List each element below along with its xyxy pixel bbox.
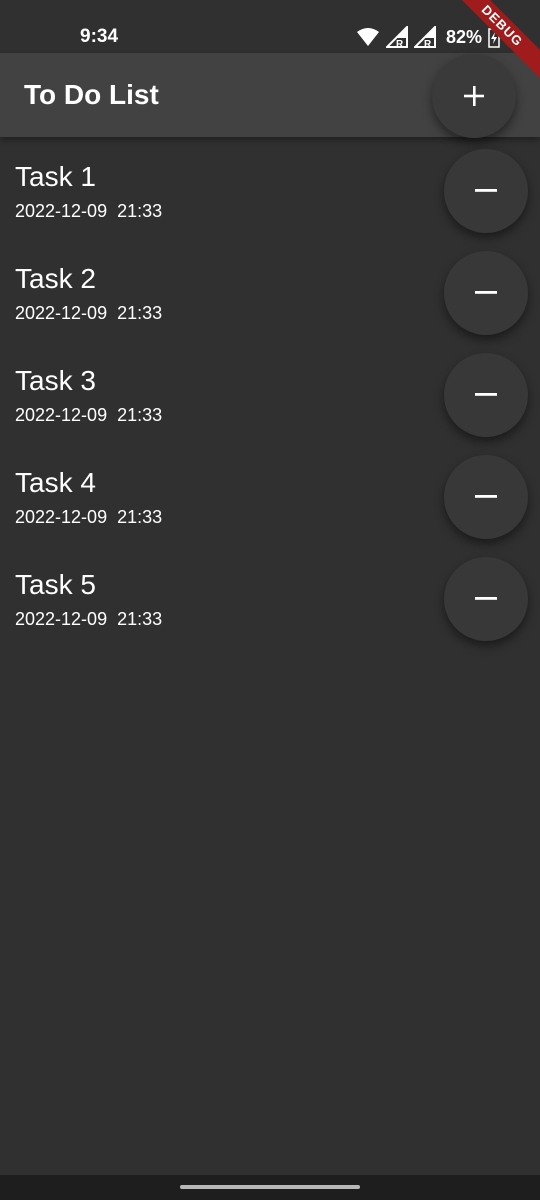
minus-icon xyxy=(475,495,497,499)
task-title: Task 5 xyxy=(15,569,96,600)
minus-icon xyxy=(475,393,497,397)
task-datetime: 2022-12-09 21:33 xyxy=(15,507,163,527)
navigation-bar xyxy=(0,1175,540,1200)
task-datetime: 2022-12-09 21:33 xyxy=(15,609,163,629)
screen: 9:34 R R 82% To Do List Task 1 2022-12-0… xyxy=(0,0,540,1200)
minus-icon xyxy=(475,597,497,601)
status-icons: R R 82% xyxy=(356,24,500,50)
plus-icon xyxy=(462,84,486,108)
task-title: Task 4 xyxy=(15,467,96,498)
task-datetime: 2022-12-09 21:33 xyxy=(15,201,163,221)
task-item: Task 2 2022-12-09 21:33 xyxy=(0,239,540,341)
task-item: Task 4 2022-12-09 21:33 xyxy=(0,443,540,545)
task-item: Task 3 2022-12-09 21:33 xyxy=(0,341,540,443)
remove-task-button[interactable] xyxy=(444,353,528,437)
signal-r-icon: R xyxy=(413,26,436,48)
minus-icon xyxy=(475,291,497,295)
battery-charging-icon xyxy=(488,26,500,48)
task-datetime: 2022-12-09 21:33 xyxy=(15,303,163,323)
battery-percent: 82% xyxy=(445,26,482,47)
task-item: Task 1 2022-12-09 21:33 xyxy=(0,137,540,239)
remove-task-button[interactable] xyxy=(444,557,528,641)
signal-r-icon: R xyxy=(385,26,408,48)
remove-task-button[interactable] xyxy=(444,149,528,233)
app-title: To Do List xyxy=(24,79,159,110)
minus-icon xyxy=(475,189,497,193)
add-task-button[interactable] xyxy=(432,54,516,138)
task-title: Task 2 xyxy=(15,263,96,294)
svg-text:R: R xyxy=(424,39,432,48)
remove-task-button[interactable] xyxy=(444,251,528,335)
status-bar: 9:34 R R 82% xyxy=(0,0,540,53)
task-item: Task 5 2022-12-09 21:33 xyxy=(0,545,540,647)
home-gesture-handle[interactable] xyxy=(180,1185,360,1189)
task-list: Task 1 2022-12-09 21:33 Task 2 2022-12-0… xyxy=(0,137,540,647)
task-title: Task 1 xyxy=(15,161,96,192)
task-title: Task 3 xyxy=(15,365,96,396)
task-datetime: 2022-12-09 21:33 xyxy=(15,405,163,425)
svg-text:R: R xyxy=(396,39,404,48)
status-time: 9:34 xyxy=(80,26,119,47)
wifi-icon xyxy=(356,27,380,47)
remove-task-button[interactable] xyxy=(444,455,528,539)
